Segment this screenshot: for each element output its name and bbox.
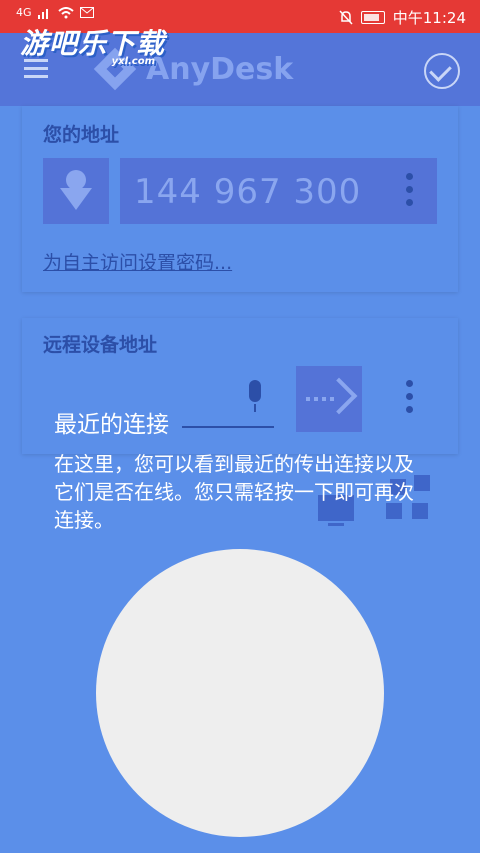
remote-more-icon[interactable] bbox=[406, 380, 414, 419]
microphone-icon[interactable] bbox=[244, 380, 266, 414]
wifi-icon bbox=[57, 6, 74, 18]
remote-address-input[interactable] bbox=[182, 426, 274, 428]
tip-title: 最近的连接 bbox=[54, 412, 169, 438]
spotlight-target[interactable] bbox=[96, 549, 384, 837]
status-left: 4G bbox=[16, 6, 94, 19]
network-label: 4G bbox=[16, 6, 32, 19]
watermark: 游吧乐下载 yxl.com bbox=[20, 22, 165, 67]
logo-text: AnyDesk bbox=[146, 51, 294, 87]
mute-bell-icon bbox=[339, 10, 353, 25]
set-password-link[interactable]: 为自主访问设置密码... bbox=[43, 248, 232, 275]
address-card-title: 您的地址 bbox=[43, 124, 120, 146]
your-address-card: 您的地址 144 967 300 为自主访问设置密码... bbox=[22, 106, 458, 292]
status-time: 中午11:24 bbox=[392, 9, 466, 27]
mail-icon bbox=[79, 7, 94, 18]
user-download-icon bbox=[43, 158, 109, 224]
remote-card-title: 远程设备地址 bbox=[43, 334, 158, 356]
address-value: 144 967 300 bbox=[134, 172, 362, 212]
check-circle-icon[interactable] bbox=[424, 53, 460, 89]
status-right: 中午11:24 bbox=[339, 7, 466, 28]
tip-body: 在这里，您可以看到最近的传出连接以及它们是否在线。您只需轻按一下即可再次连接。 bbox=[54, 452, 414, 532]
signal-icon bbox=[37, 8, 48, 19]
address-box[interactable]: 144 967 300 bbox=[120, 158, 437, 224]
address-more-icon[interactable] bbox=[406, 173, 414, 212]
connect-button[interactable] bbox=[296, 366, 362, 432]
battery-icon bbox=[360, 11, 385, 24]
